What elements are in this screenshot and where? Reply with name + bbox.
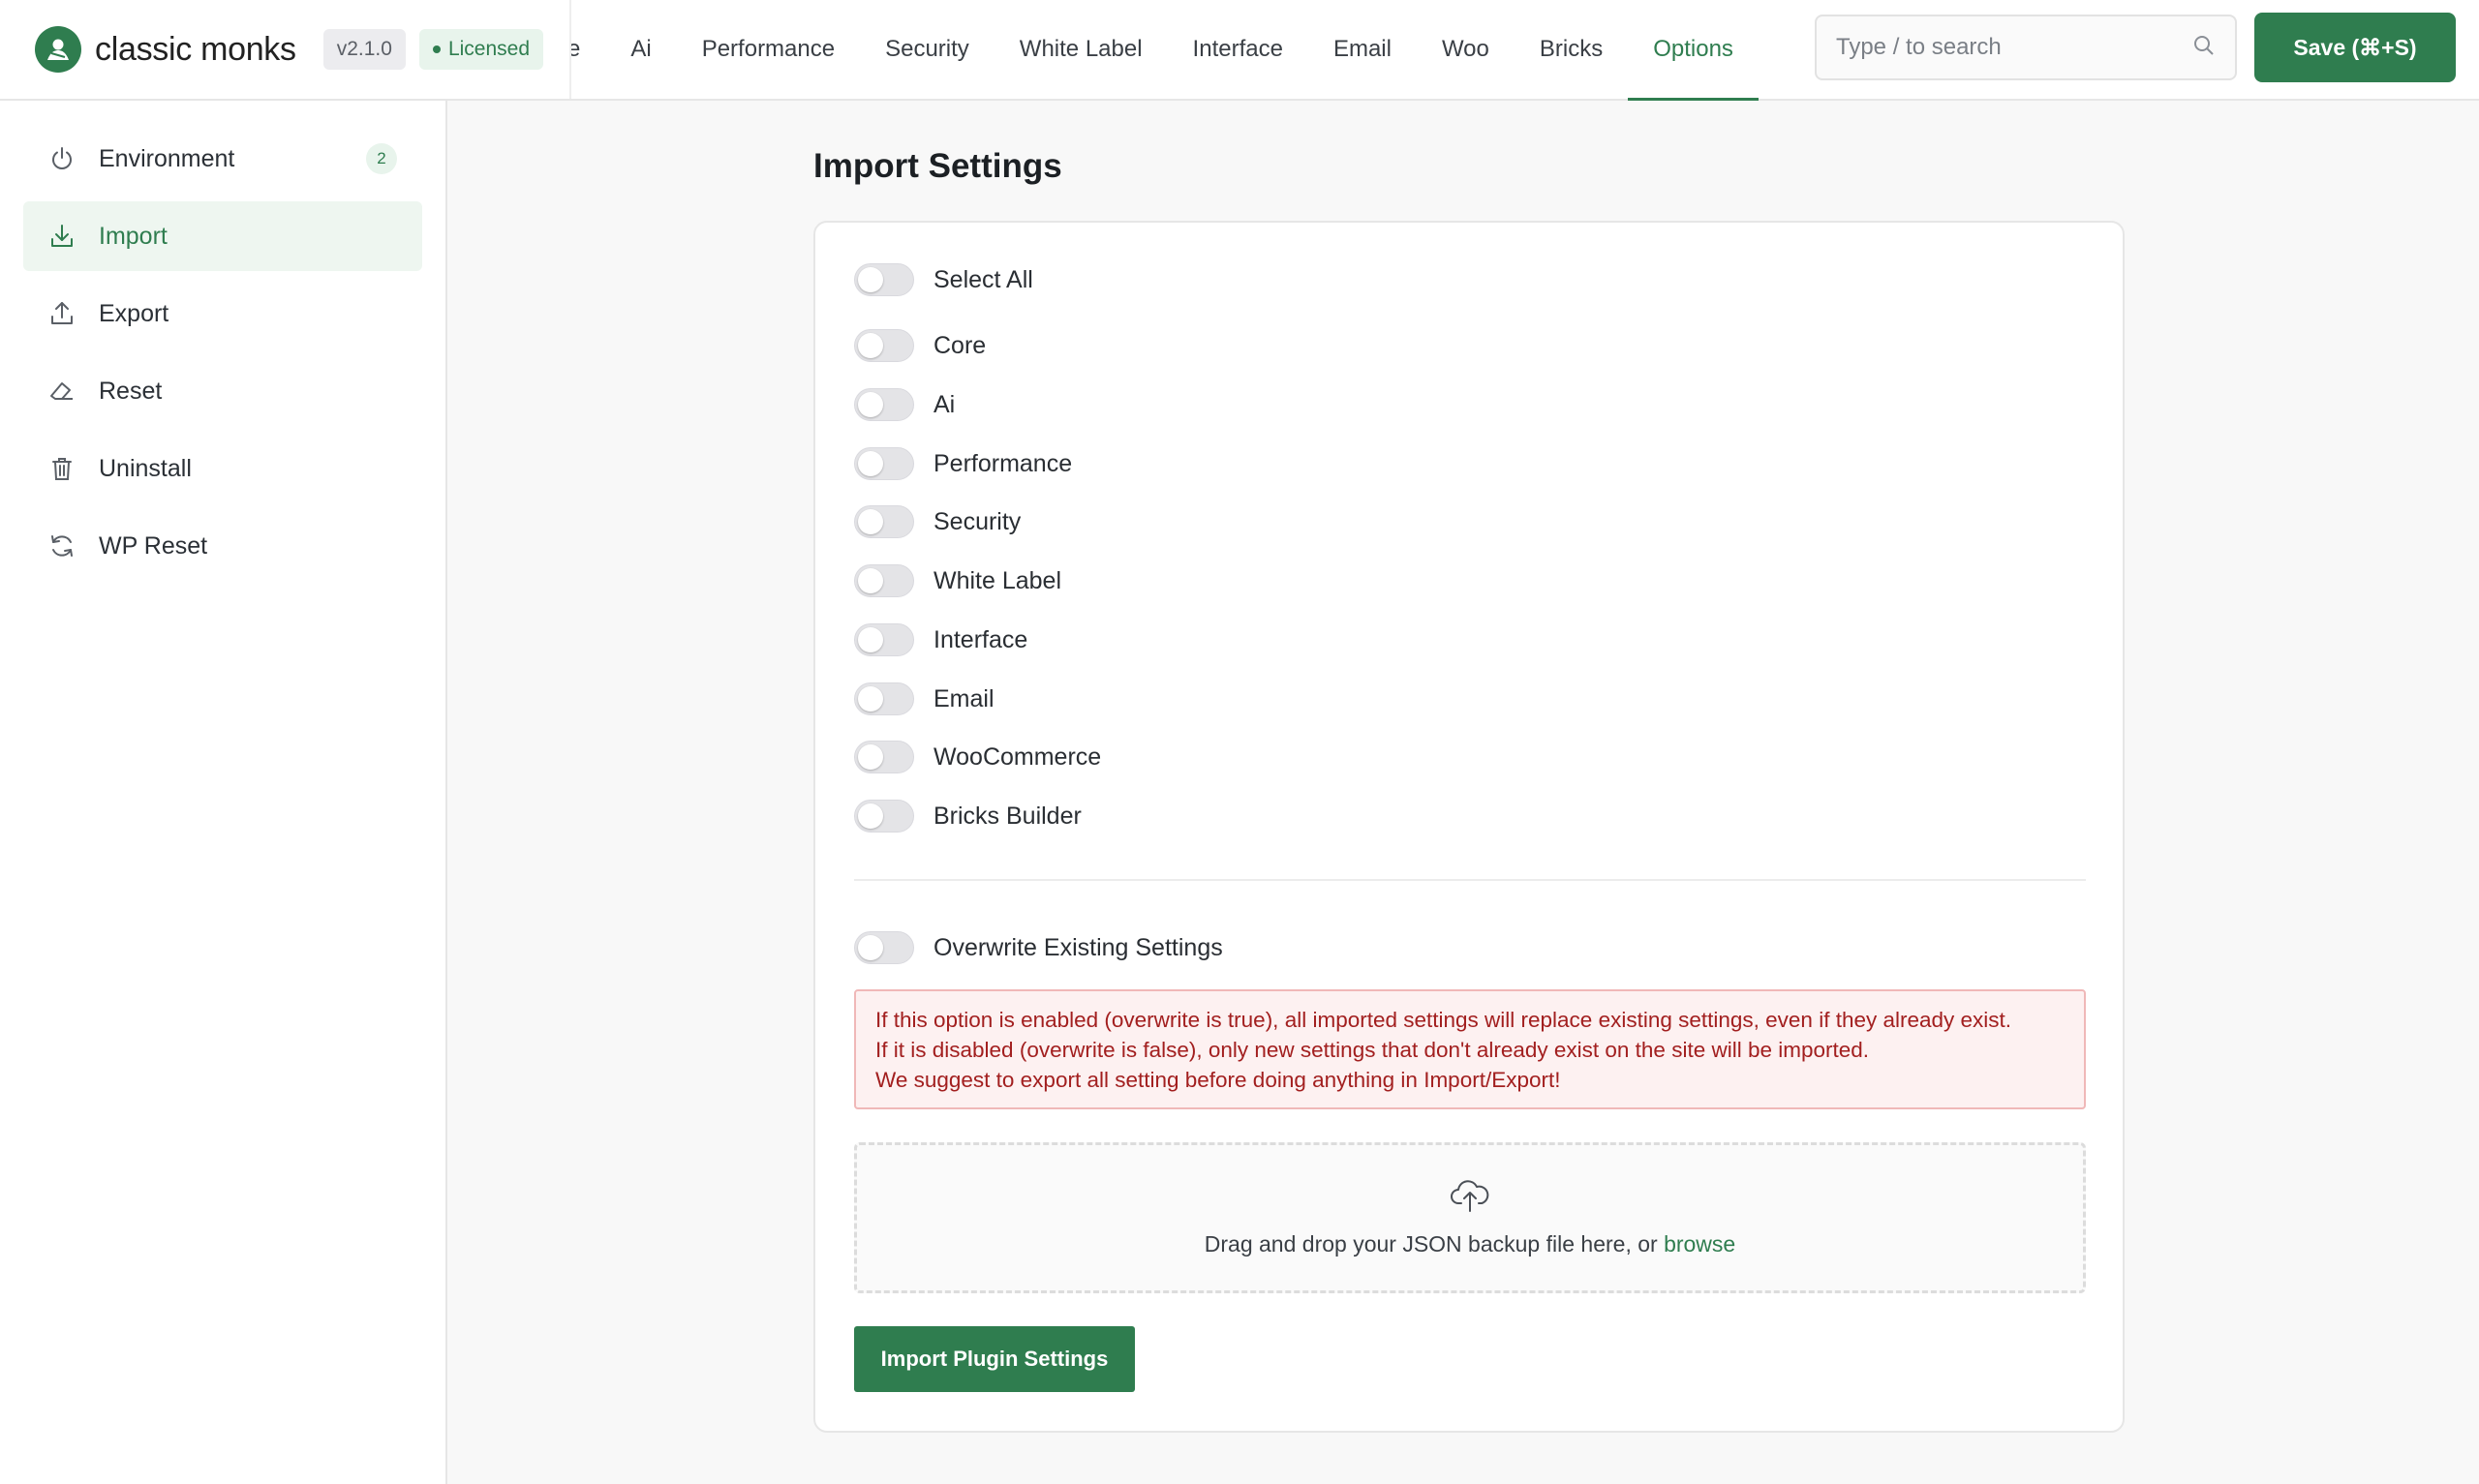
toggle-label: Email bbox=[933, 684, 995, 712]
brand-name[interactable]: classic monks bbox=[95, 31, 296, 69]
sidebar-item-label: WP Reset bbox=[99, 531, 208, 560]
toggle-switch[interactable] bbox=[854, 388, 914, 421]
main-nav: e Ai Performance Security White Label In… bbox=[542, 0, 1759, 101]
top-bar: e Ai Performance Security White Label In… bbox=[0, 0, 2479, 101]
license-badge: Licensed bbox=[418, 29, 543, 70]
import-settings-card: Select All Core Ai Performance Security … bbox=[813, 221, 2125, 1433]
module-toggle-white-label[interactable]: White Label bbox=[854, 564, 1061, 597]
section-divider bbox=[854, 879, 2086, 881]
toggle-label: Bricks Builder bbox=[933, 802, 1082, 830]
module-toggle-email[interactable]: Email bbox=[854, 682, 995, 715]
count-badge: 2 bbox=[366, 143, 397, 174]
power-icon bbox=[46, 143, 77, 174]
warning-line: We suggest to export all setting before … bbox=[875, 1068, 1561, 1092]
brand-panel: classic monks v2.1.0 Licensed bbox=[0, 0, 569, 99]
toggle-label: Core bbox=[933, 331, 987, 359]
toggle-switch[interactable] bbox=[854, 263, 914, 296]
license-status: Licensed bbox=[447, 38, 530, 60]
save-button[interactable]: Save (⌘+S) bbox=[2254, 13, 2456, 82]
file-dropzone[interactable]: Drag and drop your JSON backup file here… bbox=[854, 1142, 2086, 1293]
toggle-switch[interactable] bbox=[854, 931, 914, 964]
module-toggle-interface[interactable]: Interface bbox=[854, 623, 1027, 656]
toggle-switch[interactable] bbox=[854, 447, 914, 480]
sidebar-item-label: Import bbox=[99, 222, 168, 250]
import-plugin-settings-button[interactable]: Import Plugin Settings bbox=[854, 1326, 1135, 1392]
nav-tab-performance[interactable]: Performance bbox=[677, 0, 860, 99]
status-dot-icon bbox=[432, 45, 441, 53]
nav-tab-interface[interactable]: Interface bbox=[1168, 0, 1308, 99]
select-all-toggle[interactable]: Select All bbox=[854, 263, 1033, 296]
dropzone-text: Drag and drop your JSON backup file here… bbox=[1205, 1231, 1735, 1257]
search-box bbox=[1815, 15, 2237, 80]
toggle-switch[interactable] bbox=[854, 800, 914, 833]
sidebar-item-export[interactable]: Export bbox=[23, 279, 422, 348]
sidebar-item-uninstall[interactable]: Uninstall bbox=[23, 434, 422, 503]
toggle-label: Select All bbox=[933, 265, 1033, 293]
trash-icon bbox=[46, 453, 77, 484]
toggle-switch[interactable] bbox=[854, 505, 914, 538]
module-toggle-woocommerce[interactable]: WooCommerce bbox=[854, 741, 1101, 773]
warning-line: If this option is enabled (overwrite is … bbox=[875, 1008, 2012, 1032]
module-toggle-bricks-builder[interactable]: Bricks Builder bbox=[854, 800, 1082, 833]
toggle-label: Interface bbox=[933, 625, 1028, 653]
nav-tab-options[interactable]: Options bbox=[1628, 0, 1759, 101]
refresh-icon bbox=[46, 530, 77, 561]
upload-icon bbox=[46, 298, 77, 329]
search-input[interactable] bbox=[1836, 34, 2192, 61]
nav-tab-email[interactable]: Email bbox=[1308, 0, 1417, 99]
toggle-switch[interactable] bbox=[854, 623, 914, 656]
toggle-label: Performance bbox=[933, 449, 1073, 477]
toggle-label: Overwrite Existing Settings bbox=[933, 933, 1223, 961]
dropzone-instruction: Drag and drop your JSON backup file here… bbox=[1204, 1231, 1665, 1257]
eraser-icon bbox=[46, 376, 77, 407]
nav-tab-bricks[interactable]: Bricks bbox=[1515, 0, 1628, 99]
overwrite-warning: If this option is enabled (overwrite is … bbox=[854, 989, 2086, 1109]
sidebar: Environment 2 Import Export Reset Uninst… bbox=[0, 101, 447, 1484]
sidebar-item-import[interactable]: Import bbox=[23, 201, 422, 271]
sidebar-item-label: Uninstall bbox=[99, 454, 192, 482]
sidebar-item-label: Reset bbox=[99, 377, 163, 405]
toggle-label: WooCommerce bbox=[933, 742, 1102, 771]
toggle-switch[interactable] bbox=[854, 564, 914, 597]
page-title: Import Settings bbox=[813, 147, 1062, 185]
sidebar-item-wp-reset[interactable]: WP Reset bbox=[23, 511, 422, 581]
nav-tab-ai[interactable]: Ai bbox=[605, 0, 676, 99]
search-icon[interactable] bbox=[2192, 34, 2216, 62]
sidebar-item-environment[interactable]: Environment 2 bbox=[23, 124, 422, 194]
module-toggle-core[interactable]: Core bbox=[854, 329, 986, 362]
browse-link[interactable]: browse bbox=[1664, 1231, 1735, 1257]
cloud-upload-icon bbox=[1450, 1178, 1490, 1218]
warning-line: If it is disabled (overwrite is false), … bbox=[875, 1038, 1870, 1062]
download-icon bbox=[46, 221, 77, 252]
module-toggle-ai[interactable]: Ai bbox=[854, 388, 955, 421]
toggle-switch[interactable] bbox=[854, 329, 914, 362]
toggle-label: Ai bbox=[933, 390, 956, 418]
monk-logo-icon[interactable] bbox=[35, 26, 81, 73]
nav-tab-security[interactable]: Security bbox=[860, 0, 995, 99]
toggle-label: White Label bbox=[933, 566, 1062, 594]
toggle-switch[interactable] bbox=[854, 741, 914, 773]
sidebar-item-reset[interactable]: Reset bbox=[23, 356, 422, 426]
module-toggle-performance[interactable]: Performance bbox=[854, 447, 1072, 480]
sidebar-item-label: Environment bbox=[99, 144, 235, 172]
nav-tab-white-label[interactable]: White Label bbox=[995, 0, 1168, 99]
overwrite-toggle[interactable]: Overwrite Existing Settings bbox=[854, 931, 1223, 964]
sidebar-item-label: Export bbox=[99, 299, 169, 327]
toggle-switch[interactable] bbox=[854, 682, 914, 715]
module-toggle-security[interactable]: Security bbox=[854, 505, 1021, 538]
version-badge: v2.1.0 bbox=[322, 29, 406, 70]
nav-tab-woo[interactable]: Woo bbox=[1417, 0, 1515, 99]
toggle-label: Security bbox=[933, 507, 1022, 535]
